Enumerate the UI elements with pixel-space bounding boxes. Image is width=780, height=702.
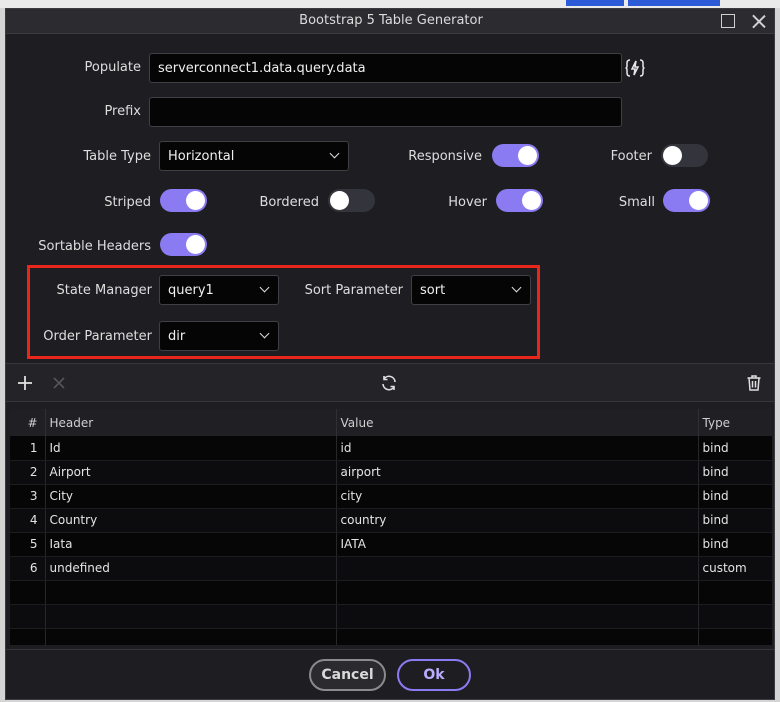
table-row[interactable]: 6 undefined custom	[10, 556, 772, 581]
row-number: 2	[10, 460, 46, 485]
sortable-headers-toggle[interactable]	[160, 233, 207, 256]
state-manager-select[interactable]: query1	[159, 275, 279, 305]
trash-icon[interactable]	[745, 374, 763, 392]
chevron-down-icon	[511, 282, 522, 293]
grid-header-row: # Header Value Type	[10, 409, 772, 436]
row-value-cell[interactable]: airport	[336, 460, 699, 485]
order-parameter-select[interactable]: dir	[159, 321, 279, 351]
background-button	[628, 0, 720, 6]
table-row[interactable]: 3 City city bind	[10, 484, 772, 509]
row-number: 5	[10, 532, 46, 557]
background-app-strip	[0, 0, 780, 8]
row-number: 1	[10, 436, 46, 461]
table-generator-dialog: Bootstrap 5 Table Generator Populate ser…	[5, 8, 775, 700]
table-type-select[interactable]: Horizontal	[159, 141, 349, 171]
populate-label: Populate	[84, 60, 142, 75]
empty-row[interactable]	[10, 628, 772, 645]
columns-grid: # Header Value Type 1 Id id bind 2 Airpo…	[10, 409, 772, 645]
cancel-button[interactable]: Cancel	[309, 659, 386, 691]
prefix-label: Prefix	[104, 104, 141, 119]
lightning-brace-icon[interactable]	[623, 56, 647, 80]
row-number: 6	[10, 556, 46, 581]
maximize-icon[interactable]	[718, 12, 738, 32]
empty-row[interactable]	[10, 604, 772, 629]
order-parameter-label: Order Parameter	[43, 329, 152, 344]
prefix-input[interactable]	[149, 97, 622, 127]
row-header-cell[interactable]: Id	[45, 436, 337, 461]
order-parameter-value: dir	[168, 329, 186, 344]
refresh-icon[interactable]	[380, 374, 398, 392]
empty-row[interactable]	[10, 580, 772, 605]
row-value-cell[interactable]	[336, 556, 699, 581]
row-header-cell[interactable]: City	[45, 484, 337, 509]
row-number: 4	[10, 508, 46, 533]
column-header-type[interactable]: Type	[698, 409, 772, 436]
sort-parameter-value: sort	[420, 283, 446, 298]
hover-label: Hover	[448, 195, 487, 210]
responsive-toggle[interactable]	[492, 144, 539, 167]
chevron-down-icon	[329, 148, 340, 159]
sort-parameter-label: Sort Parameter	[304, 283, 403, 298]
row-value-cell[interactable]: city	[336, 484, 699, 509]
chevron-down-icon	[259, 328, 270, 339]
close-icon[interactable]	[749, 12, 769, 32]
dialog-title: Bootstrap 5 Table Generator	[299, 13, 483, 28]
row-header-cell[interactable]: Iata	[45, 532, 337, 557]
state-manager-label: State Manager	[56, 283, 152, 298]
column-header-value[interactable]: Value	[336, 409, 699, 436]
state-manager-value: query1	[168, 283, 214, 298]
ok-button[interactable]: Ok	[397, 659, 471, 691]
row-header-cell[interactable]: Country	[45, 508, 337, 533]
grid-toolbar	[6, 363, 774, 402]
table-row[interactable]: 2 Airport airport bind	[10, 460, 772, 485]
background-button	[566, 0, 624, 6]
small-label: Small	[618, 195, 655, 210]
bordered-label: Bordered	[259, 195, 319, 210]
row-type-cell[interactable]: bind	[698, 532, 772, 557]
row-type-cell[interactable]: bind	[698, 436, 772, 461]
footer-label: Footer	[610, 149, 652, 164]
table-type-value: Horizontal	[168, 149, 235, 164]
column-header-header[interactable]: Header	[45, 409, 337, 436]
title-bar: Bootstrap 5 Table Generator	[6, 9, 774, 34]
plus-icon[interactable]	[16, 374, 34, 392]
dialog-footer: Cancel Ok	[6, 649, 774, 699]
table-row[interactable]: 4 Country country bind	[10, 508, 772, 533]
row-type-cell[interactable]: bind	[698, 484, 772, 509]
hover-toggle[interactable]	[496, 189, 543, 212]
sortable-headers-label: Sortable Headers	[38, 239, 151, 254]
x-icon[interactable]	[50, 374, 68, 392]
sort-parameter-select[interactable]: sort	[411, 275, 531, 305]
row-header-cell[interactable]: undefined	[45, 556, 337, 581]
populate-input[interactable]: serverconnect1.data.query.data	[149, 53, 622, 83]
row-value-cell[interactable]: IATA	[336, 532, 699, 557]
responsive-label: Responsive	[408, 149, 482, 164]
small-toggle[interactable]	[663, 189, 710, 212]
row-value-cell[interactable]: country	[336, 508, 699, 533]
striped-toggle[interactable]	[160, 189, 207, 212]
column-header-number[interactable]: #	[10, 409, 46, 436]
striped-label: Striped	[104, 195, 151, 210]
table-row[interactable]: 5 Iata IATA bind	[10, 532, 772, 557]
row-type-cell[interactable]: custom	[698, 556, 772, 581]
row-type-cell[interactable]: bind	[698, 508, 772, 533]
table-row[interactable]: 1 Id id bind	[10, 436, 772, 461]
footer-toggle[interactable]	[661, 144, 708, 167]
bordered-toggle[interactable]	[328, 189, 375, 212]
chevron-down-icon	[259, 282, 270, 293]
row-value-cell[interactable]: id	[336, 436, 699, 461]
row-number: 3	[10, 484, 46, 509]
table-type-label: Table Type	[83, 149, 151, 164]
row-type-cell[interactable]: bind	[698, 460, 772, 485]
row-header-cell[interactable]: Airport	[45, 460, 337, 485]
